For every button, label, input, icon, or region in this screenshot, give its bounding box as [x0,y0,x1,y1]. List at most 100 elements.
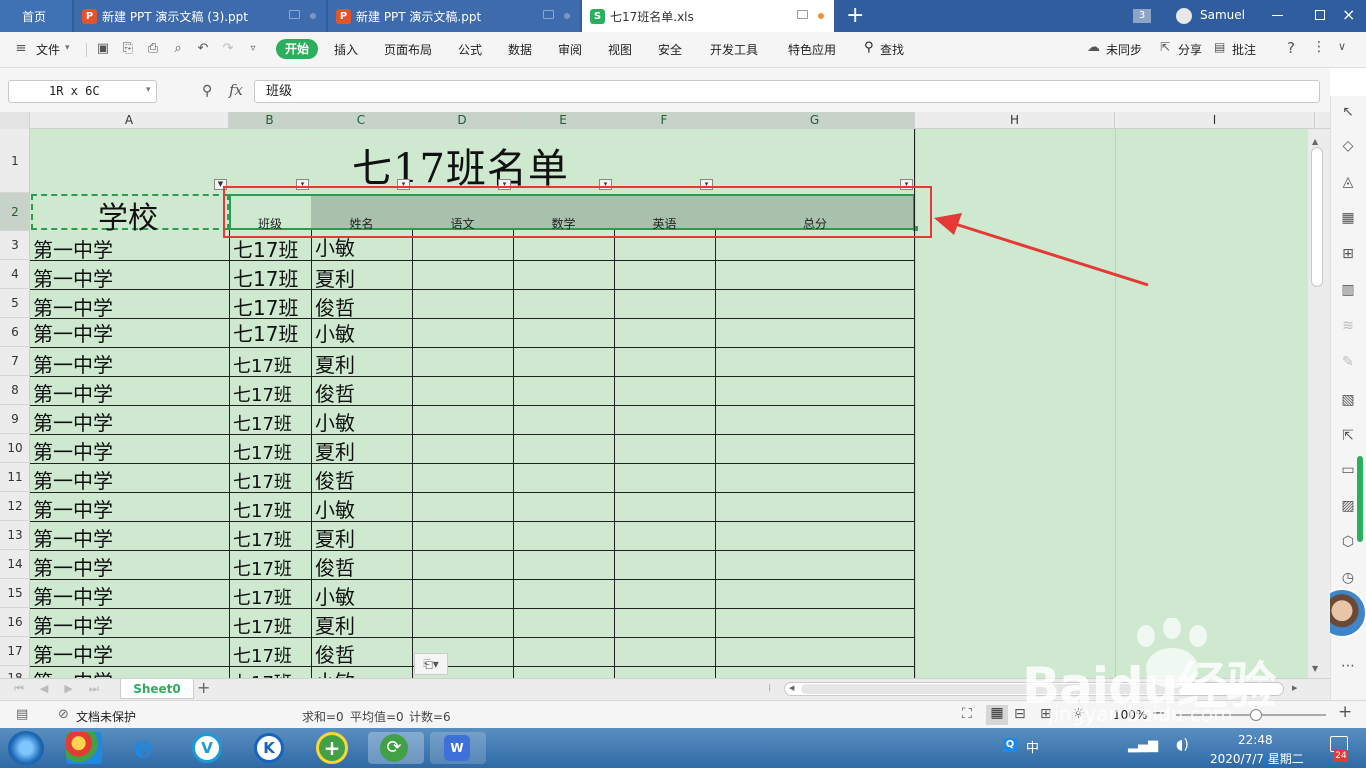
share-button[interactable]: 分享 [1178,41,1202,58]
cell-school[interactable]: 第一中学 [33,263,113,292]
row-header-1[interactable]: 1 [0,129,29,193]
tab-xls[interactable]: S 七17班名单.xls [582,0,834,32]
row-header-5[interactable]: 5 [0,289,29,318]
redo-icon[interactable]: ↷ [221,42,235,56]
row-header-10[interactable]: 10 [0,434,29,463]
cell-school[interactable]: 第一中学 [33,581,113,610]
row-header-6[interactable]: 6 [0,318,29,347]
cell-class[interactable]: 七17班 [233,613,292,639]
menu-start[interactable]: 开始 [276,39,318,59]
ie-browser-icon[interactable]: e [128,732,158,764]
menu-security[interactable]: 安全 [658,41,682,58]
row-header-11[interactable]: 11 [0,463,29,492]
clock-date[interactable]: 2020/7/7 星期二 [1210,750,1304,767]
menu-find[interactable]: 查找 [880,41,904,58]
row-header-13[interactable]: 13 [0,521,29,550]
fx-icon[interactable]: fx [229,81,243,99]
taskbar-wps-app[interactable]: W [430,732,486,764]
fill-icon[interactable]: ◬ [1340,174,1356,190]
volume-icon[interactable]: ◖) [1176,737,1189,753]
cell-class[interactable]: 七17班 [233,526,292,552]
scroll-left-icon[interactable]: ◀ [789,684,794,692]
save-icon[interactable]: ▣ [96,42,110,56]
ime-mode[interactable]: 中 [1026,737,1039,756]
macro-icon[interactable]: ▤ [16,707,28,722]
cell-class[interactable]: 七17班 [233,669,292,678]
name-box-chevron-icon[interactable]: ▾ [146,85,151,95]
menu-file[interactable]: 文件 [36,41,60,58]
row-header-18[interactable]: 18 [0,666,29,678]
unsaved-dot-icon[interactable] [818,13,824,19]
zoom-formula-icon[interactable]: ⚲ [202,83,212,99]
cell-name[interactable]: 夏利 [315,263,355,292]
cell-name[interactable]: 俊哲 [315,465,355,494]
k-app-icon[interactable]: K [254,733,284,763]
sheet-nav-arrows-icon[interactable]: ⏮◀▶⏭ [14,682,115,696]
share-icon[interactable]: ⇱ [1160,40,1170,54]
cell-school[interactable]: 第一中学 [33,465,113,494]
col-header-b[interactable]: B [229,112,311,129]
print-icon[interactable]: ⎙ [146,42,160,56]
add-sheet-icon[interactable]: + [197,678,210,697]
shapes-icon[interactable]: ◇ [1340,138,1356,154]
minimize-icon[interactable] [1272,15,1283,16]
clock-time[interactable]: 22:48 [1238,733,1273,747]
notification-badge[interactable]: 24 [1334,750,1348,762]
cell-class[interactable]: 七17班 [233,318,298,347]
zoom-in-icon[interactable]: + [1338,702,1352,722]
cell-name[interactable]: 小敏 [315,581,355,610]
shield-icon[interactable]: ⬡ [1340,534,1356,550]
fullscreen-icon[interactable]: ⛶ [962,706,972,722]
cell-school[interactable]: 第一中学 [33,639,113,668]
monitor-icon[interactable] [543,10,554,19]
cell-class[interactable]: 七17班 [233,584,292,610]
cell-school[interactable]: 第一中学 [33,318,113,347]
cell-name[interactable]: 夏利 [315,349,355,378]
preview-icon[interactable]: ⌕ [171,42,185,56]
cell-school[interactable]: 第一中学 [33,494,113,523]
close-dot-icon[interactable] [310,13,316,19]
network-icon[interactable]: ▂▄▆ [1128,738,1158,753]
close-icon[interactable]: × [1342,5,1355,24]
row-header-9[interactable]: 9 [0,405,29,434]
row-header-17[interactable]: 17 [0,637,29,666]
cell-class[interactable]: 七17班 [233,439,292,465]
tab-ppt[interactable]: P 新建 PPT 演示文稿.ppt [328,0,580,32]
picture-icon[interactable]: ▨ [1340,498,1356,514]
monitor-icon[interactable] [797,10,808,19]
select-all-corner[interactable] [0,112,30,129]
cell-class[interactable]: 七17班 [233,555,292,581]
menu-formula[interactable]: 公式 [458,41,482,58]
col-header-i[interactable]: I [1115,112,1315,129]
col-header-e[interactable]: E [513,112,614,129]
cell-school[interactable]: 第一中学 [33,378,113,407]
archive-icon[interactable]: ▭ [1340,462,1356,478]
cell-class[interactable]: 七17班 [233,381,292,407]
undo-icon[interactable]: ↶ [196,42,210,56]
col-header-h[interactable]: H [915,112,1115,129]
colorful-app-icon[interactable] [66,732,102,764]
cell-class[interactable]: 七17班 [233,263,298,292]
cloud-icon[interactable]: ☁ [1087,40,1100,55]
monitor-icon[interactable] [289,10,300,19]
col-header-c[interactable]: C [311,112,412,129]
taskbar-active-app[interactable]: ⟳ [368,732,424,764]
tab-ppt-3[interactable]: P 新建 PPT 演示文稿 (3).ppt [74,0,326,32]
cell-name[interactable]: 夏利 [315,436,355,465]
cell-school[interactable]: 第一中学 [33,349,113,378]
scroll-right-icon[interactable]: ▶ [1292,684,1297,692]
name-box[interactable]: 1R x 6C [8,80,157,103]
cell-class[interactable]: 七17班 [233,234,298,263]
menu-insert[interactable]: 插入 [334,41,358,58]
side-scroll-indicator[interactable] [1357,456,1363,542]
row-header-7[interactable]: 7 [0,347,29,376]
export-side-icon[interactable]: ⇱ [1340,428,1356,444]
vertical-scrollbar[interactable]: ▲ ▼ [1308,129,1330,678]
col-header-f[interactable]: F [614,112,715,129]
cell-class[interactable]: 七17班 [233,410,292,436]
new-tab-plus-icon[interactable]: + [846,3,864,28]
cell-school[interactable]: 第一中学 [33,436,113,465]
split-handle-icon[interactable]: ⁞ [768,683,771,694]
menu-review[interactable]: 审阅 [558,41,582,58]
scroll-thumb[interactable] [1311,147,1323,287]
